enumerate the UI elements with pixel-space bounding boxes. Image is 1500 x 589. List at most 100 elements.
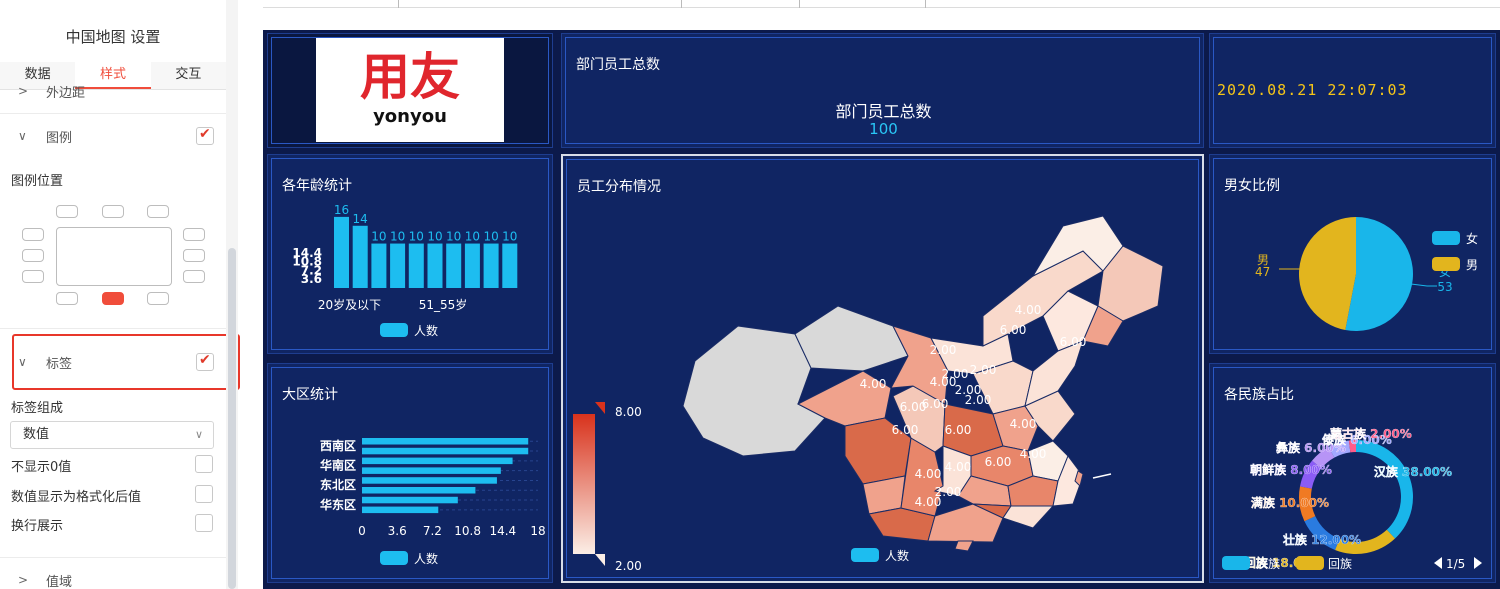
visual-map-handle-top [595,402,605,414]
gender-legend-male-swatch [1432,257,1460,271]
visual-map-max: 8.00 [615,405,642,419]
ethnic-donut-chart: 汉族 38.00%回族 18.00%壮族 12.00%满族 10.00%朝鲜族 … [1222,426,1482,571]
logo-card[interactable]: 用友 yonyou [267,33,553,148]
label-composition-select[interactable]: 数值 ∨ [10,421,214,449]
divider [0,328,226,329]
region-x-tick: 10.8 [454,524,481,538]
region-bar [362,487,476,494]
region-x-tick: 14.4 [489,524,516,538]
region-bar [362,477,497,484]
ethnic-slice-label: 蒙古族 2.00% [1330,426,1412,441]
age-x-tick: 20岁及以下 [318,297,381,312]
toolbar-separator [925,0,926,8]
legend-pos-left-top[interactable] [22,228,44,241]
option-hide-zero-label: 不显示0值 [11,460,72,475]
option-formatted-value[interactable]: 数值显示为格式化后值 [11,486,141,505]
formatted-value-checkbox[interactable] [195,485,213,503]
legend-checkbox[interactable] [196,126,214,145]
map-value-label: 6.00 [922,397,949,411]
wrap-display-checkbox[interactable] [195,514,213,532]
gender-pie-slice [1299,217,1356,330]
chevron-right-icon: > [18,573,29,587]
legend-pos-top-left[interactable] [56,205,78,218]
logo-subtext: yonyou [373,106,447,127]
legend-pos-top-center[interactable] [102,205,124,218]
map-value-label: 2.00 [970,363,997,377]
ethnic-legend-label: 汉族 [1256,557,1280,571]
staff-total-label: 部门员工总数 [835,102,932,121]
legend-pos-right-top[interactable] [183,228,205,241]
age-bar-label: 10 [465,230,480,244]
region-bar [362,506,439,514]
pager-text: 1/5 [1446,557,1465,571]
age-bar-label: 10 [427,230,442,244]
legend-pos-bottom-right[interactable] [147,292,169,305]
ethnic-donut-slice [1356,440,1413,539]
panel-title: 中国地图 设置 [65,28,161,46]
staff-total-card[interactable]: 部门员工总数 部门员工总数 100 [561,33,1204,148]
divider [0,557,226,558]
staff-total-value: 100 [869,120,898,138]
legend-pos-top-right[interactable] [147,205,169,218]
clock-card[interactable]: 2020.08.21 22:07:03 [1209,33,1496,148]
section-value-range-label: 值域 [46,574,73,589]
age-bar-label: 10 [446,230,461,244]
age-bar [427,243,443,288]
settings-panel: 中国地图 设置 数据 样式 交互 > 外边距 ∨ 图例 图例位置 [0,0,240,589]
region-legend-swatch [380,551,408,565]
legend-pos-left-bottom[interactable] [22,270,44,283]
section-margin[interactable]: > 外边距 [0,84,226,98]
section-value-range[interactable]: > 值域 [0,568,226,589]
panel-scrollbar-thumb[interactable] [228,248,236,589]
legend-pos-bottom-left[interactable] [56,292,78,305]
age-x-tick: 51_55岁 [419,297,468,312]
option-hide-zero[interactable]: 不显示0值 [11,456,71,475]
map-value-label: 4.00 [860,377,887,391]
region-bar-chart: 西南区华南区东北区华东区0 3.6 7.2 10.8 14.4 18 人数 [320,438,546,566]
toolbar-separator [799,0,800,8]
region-chart-card[interactable]: 大区统计 西南区 华南区 东北区 华东区 0 3.6 7.2 10.8 14.4 18 人数 [267,363,553,583]
hide-zero-checkbox[interactable] [195,455,213,473]
china-map-chart[interactable]: 4.006.002.004.006.006.006.004.004.006.00… [563,156,1206,585]
legend-pos-bottom-center[interactable] [102,292,124,305]
map-region [794,305,909,372]
age-bar-label: 10 [483,230,498,244]
map-legend-label: 人数 [885,548,909,563]
region-bar [362,438,529,445]
age-bar-label: 16 [334,203,349,217]
legend-pos-right-middle[interactable] [183,249,205,262]
age-y-tick: 14.4 [292,246,322,260]
yonyou-logo: 用友 yonyou [316,38,504,142]
map-region [954,540,974,552]
map-region [1002,505,1055,529]
age-bar [390,243,406,288]
option-wrap-display[interactable]: 换行展示 [11,515,63,534]
age-bar [408,243,424,288]
section-legend[interactable]: ∨ 图例 [0,124,226,148]
age-bar-label: 10 [409,230,424,244]
option-wrap-display-label: 换行展示 [11,519,64,534]
map-value-label: 6.00 [985,455,1012,469]
map-value-label: 6.00 [892,423,919,437]
gender-legend-female-label: 女 [1466,231,1478,246]
ethnic-chart-card[interactable]: 各民族占比 汉族 38.00% 回族 18.00% 壮族 12.00% 满族 10.0… [1209,363,1496,583]
age-bar [446,243,462,288]
age-bar-label: 10 [371,230,386,244]
age-bar-chart: 3.67.210.814.4161410 10 10 10 10 10 10 1020岁及以下… [292,203,517,338]
map-value-label: 4.00 [1020,447,1047,461]
age-bar [352,225,368,288]
age-bar [334,216,349,288]
visual-map-handle-bottom [595,554,605,566]
ethnic-slice-label: 朝鲜族 8.00% [1250,462,1332,477]
map-value-label: 4.00 [915,467,942,481]
legend-pos-right-bottom[interactable] [183,270,205,283]
gender-chart-card[interactable]: 男女比例 女 53 男 47 女男 [1209,154,1496,354]
logo-text: 用友 [360,48,460,106]
map-value-label: 6.00 [1060,335,1087,349]
age-chart-card[interactable]: 各年龄统计 3.6 7.2 10.8 14.4 16 14 10 10 10 10 10 10 10 10… [267,154,553,354]
section-margin-label: 外边距 [46,85,86,99]
region-y-tick: 华南区 [320,458,356,473]
map-card[interactable]: 员工分布情况 4.00 6.00 2.00 4.00 6.00 6.00 6.00 4.00 4… [561,154,1204,583]
legend-pos-left-middle[interactable] [22,249,44,262]
region-bar [362,496,458,504]
